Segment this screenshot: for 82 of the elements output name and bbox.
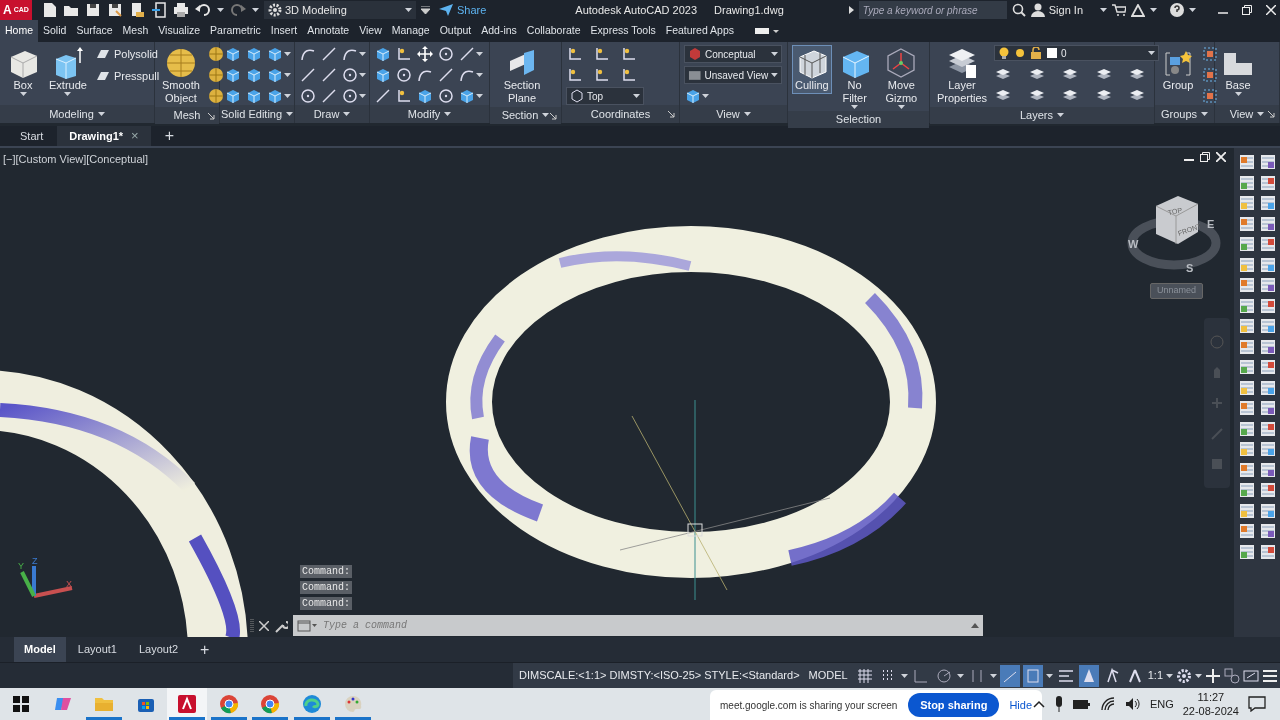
ribbon-button[interactable]: Move Gizmo	[877, 45, 925, 111]
ribbon-tab[interactable]: Visualize	[153, 20, 206, 42]
layout-tab[interactable]: Layout2	[128, 637, 189, 662]
ribbon-tab[interactable]: Featured Apps	[660, 20, 739, 42]
new-tab-button[interactable]: +	[152, 126, 186, 146]
ribbon-button[interactable]: Base	[1219, 45, 1257, 98]
ribbon-tab[interactable]: Collaborate	[521, 20, 586, 42]
panel-title: Draw	[313, 106, 340, 122]
clock[interactable]: 11:27 22-08-2024	[1182, 690, 1239, 718]
file-name: Drawing1.dwg	[714, 2, 784, 18]
ribbon-tab[interactable]: Parametric	[205, 20, 266, 42]
window-title: Autodesk AutoCAD 2023	[575, 2, 698, 18]
ribbon-button[interactable]: Box	[4, 45, 42, 98]
ribbon-tab[interactable]: Mesh	[117, 20, 154, 42]
file-tab[interactable]: Start	[8, 126, 56, 146]
ribbon-tab[interactable]: Solid	[38, 20, 72, 42]
new-layout-button[interactable]: +	[190, 637, 220, 662]
ribbon-tab[interactable]: Surface	[71, 20, 118, 42]
view-dropdown[interactable]: Unsaved View	[684, 66, 782, 84]
panel-title-bar[interactable]: Selection	[788, 111, 929, 128]
ribbon-tab[interactable]: Manage	[386, 20, 435, 42]
sign-in-button[interactable]: Sign In	[1030, 1, 1083, 19]
workspace-dropdown[interactable]: 3D Modeling	[264, 1, 416, 19]
ribbon-button[interactable]: Section Plane	[494, 45, 550, 107]
share-button[interactable]: Share	[439, 1, 487, 19]
sharing-message: meet.google.com is sharing your screen	[720, 698, 899, 713]
panel-title-bar[interactable]: View	[680, 105, 787, 123]
ribbon-button[interactable]: Presspull	[93, 66, 161, 85]
panel-title: Selection	[835, 112, 882, 127]
ribbon-button[interactable]: Layer Properties	[934, 45, 990, 107]
panel-title: Section	[501, 108, 539, 123]
view-dropdown[interactable]: Conceptual	[684, 45, 782, 63]
scale-button[interactable]: 1:1	[1147, 667, 1163, 684]
layout-tab[interactable]: Layout1	[67, 637, 127, 662]
annotation-info: DIMSCALE:<1:1>	[519, 668, 607, 684]
file-tab[interactable]: Drawing1* ×	[57, 126, 151, 146]
model-space-button[interactable]: MODEL	[808, 667, 848, 684]
panel-title-bar[interactable]: Modeling	[0, 105, 154, 123]
ribbon-button[interactable]: Polysolid	[93, 45, 161, 64]
ribbon-tab[interactable]: Home	[0, 20, 38, 42]
ribbon-button[interactable]: No Filter	[835, 45, 874, 111]
panel-title-bar[interactable]: Modify	[370, 105, 489, 123]
ribbon-tab[interactable]: Insert	[265, 20, 303, 42]
panel-title: Solid Editing	[220, 106, 283, 122]
ribbon-button[interactable]: Group	[1159, 45, 1197, 94]
panel-title-bar[interactable]: Groups	[1155, 105, 1214, 123]
ribbon-tab[interactable]: Output	[434, 20, 477, 42]
panel-title: Groups	[1160, 106, 1198, 122]
hide-link[interactable]: Hide	[1009, 696, 1032, 714]
language-indicator[interactable]: ENG	[1149, 695, 1174, 713]
view-dropdown[interactable]: 0	[994, 45, 1159, 61]
annotation-info: DIMSTY:<ISO-25>	[609, 668, 702, 684]
panel-title: Mesh	[173, 108, 201, 123]
command-input[interactable]: Type a command	[321, 617, 967, 634]
view-dropdown[interactable]: Top	[566, 87, 644, 105]
annotation-info: STYLE:<Standard>	[704, 668, 800, 684]
ribbon-button[interactable]: Extrude	[46, 45, 90, 98]
panel-title-bar[interactable]: Solid Editing	[220, 105, 294, 123]
panel-title: View	[1229, 106, 1254, 122]
ribbon-tab[interactable]: Annotate	[302, 20, 355, 42]
close-tab-button[interactable]: ×	[131, 126, 139, 146]
ribbon-tab[interactable]: View	[354, 20, 387, 42]
command-field[interactable]: Type a command	[293, 615, 983, 636]
ribbon-tab[interactable]: Add-ins	[476, 20, 522, 42]
search-field[interactable]: Type a keyword or phrase	[858, 1, 1007, 19]
panel-title-bar[interactable]: View	[1215, 105, 1279, 123]
layout-tab[interactable]: Model	[14, 637, 66, 662]
panel-title-bar[interactable]: Mesh	[155, 107, 219, 124]
panel-title-bar[interactable]: Section	[490, 107, 561, 124]
panel-title: Coordinates	[590, 106, 651, 122]
viewport-label[interactable]: [−][Custom View][Conceptual]	[3, 151, 148, 168]
ribbon-tab[interactable]: Express Tools	[585, 20, 661, 42]
ribbon-button[interactable]: Smooth Object	[159, 45, 203, 107]
panel-title-bar[interactable]: Draw	[295, 105, 369, 123]
panel-title: View	[716, 106, 740, 122]
panel-title: Modeling	[49, 106, 94, 122]
stop-sharing-button[interactable]: Stop sharing	[908, 692, 1000, 718]
panel-title: Modify	[407, 106, 441, 122]
ribbon-button[interactable]: Culling	[792, 45, 832, 94]
panel-title-bar[interactable]: Coordinates	[562, 105, 679, 123]
panel-title-bar[interactable]: Layers	[930, 107, 1154, 124]
panel-title: Layers	[1020, 108, 1053, 123]
